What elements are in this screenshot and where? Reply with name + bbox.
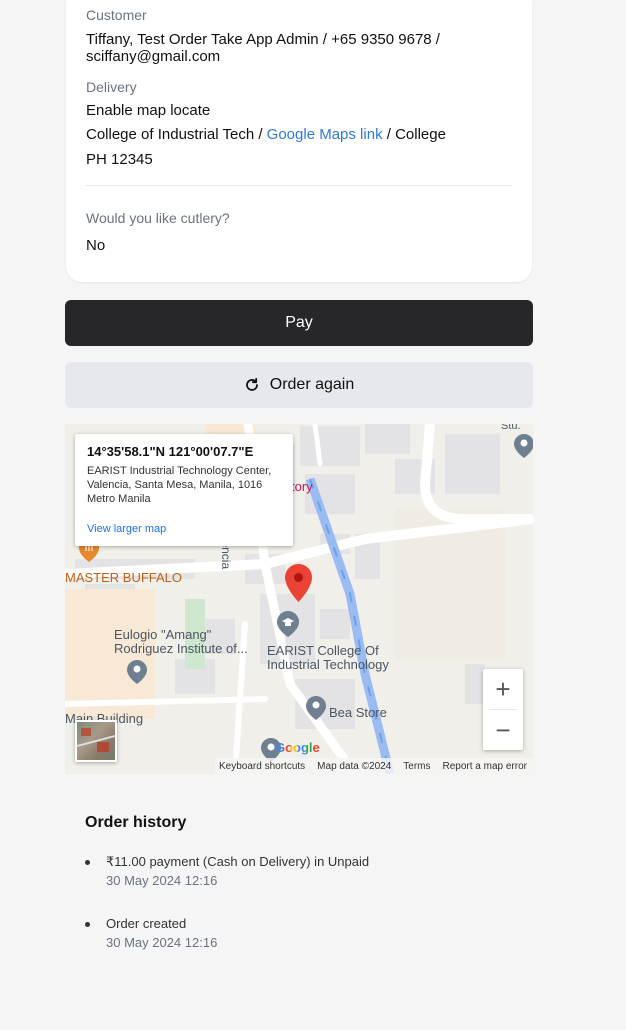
location-pin-icon[interactable] — [285, 564, 312, 607]
map-zoom-controls: + − — [483, 669, 523, 750]
delivery-address: College of Industrial Tech / Google Maps… — [86, 126, 446, 143]
cutlery-value: No — [86, 237, 106, 254]
refresh-icon — [244, 377, 260, 393]
map-footer: Keyboard shortcuts Map data ©2024 Terms … — [215, 758, 533, 774]
delivery-postcode: PH 12345 — [86, 151, 153, 168]
zoom-out-button[interactable]: − — [483, 710, 523, 750]
keyboard-shortcuts-link[interactable]: Keyboard shortcuts — [219, 761, 305, 772]
delivery-label: Delivery — [86, 79, 137, 95]
pay-button-label: Pay — [285, 314, 313, 331]
map-label-master-buffalo: MASTER BUFFALO — [65, 570, 183, 585]
history-item-date: 30 May 2024 12:16 — [106, 935, 218, 950]
map-label-bea-store: Bea Store — [329, 705, 387, 720]
bullet-icon — [85, 922, 90, 927]
map-label-earist-2: Industrial Technology — [267, 657, 389, 672]
map-label-eulogio-1: Eulogio "Amang" — [114, 627, 212, 642]
view-larger-map-link[interactable]: View larger map — [87, 523, 166, 535]
customer-line-1: Tiffany, Test Order Take App Admin / +65… — [86, 31, 440, 48]
satellite-thumbnail-icon — [77, 728, 115, 752]
bullet-icon — [85, 860, 90, 865]
customer-label: Customer — [86, 7, 147, 23]
pay-button[interactable]: Pay — [65, 300, 533, 346]
map-label-earist-1: EARIST College Of — [267, 643, 379, 658]
divider — [86, 185, 512, 186]
address-prefix: College of Industrial Tech / — [86, 126, 267, 143]
google-logo: Google — [275, 740, 320, 755]
satellite-toggle-button[interactable] — [75, 720, 117, 762]
map-label-tory: tory — [291, 479, 313, 494]
google-logo-text: Google — [275, 740, 320, 755]
embedded-map[interactable]: MASTER BUFFALO Eulogio "Amang" Rodriguez… — [65, 424, 533, 774]
history-item-date: 30 May 2024 12:16 — [106, 873, 218, 888]
map-data-text: Map data ©2024 — [317, 760, 392, 772]
delivery-mode: Enable map locate — [86, 102, 211, 119]
report-map-error-link[interactable]: Report a map error — [443, 761, 527, 772]
order-history-title: Order history — [85, 814, 187, 831]
order-again-button[interactable]: Order again — [65, 362, 533, 408]
school-pin-icon — [277, 611, 299, 642]
terms-link[interactable]: Terms — [403, 761, 430, 772]
history-item-text: Order created — [106, 916, 187, 931]
cutlery-label: Would you like cutlery? — [86, 210, 230, 226]
store-pin-icon — [306, 696, 326, 725]
map-label-eulogio-2: Rodriguez Institute of... — [114, 641, 248, 656]
poi-pin-icon — [127, 660, 147, 689]
map-address: EARIST Industrial Technology Center, Val… — [87, 465, 272, 505]
customer-email: sciffany@gmail.com — [86, 48, 221, 65]
poi-pin-icon-3 — [514, 434, 533, 463]
address-suffix: / College — [382, 126, 446, 143]
google-maps-link[interactable]: Google Maps link — [267, 126, 383, 143]
history-item-text: ₹11.00 payment (Cash on Delivery) in Unp… — [106, 854, 370, 869]
order-again-label: Order again — [269, 376, 355, 393]
map-info-window: 14°35'58.1"N 121°00'07.7"E EARIST Indust… — [75, 434, 293, 546]
zoom-in-button[interactable]: + — [483, 669, 523, 709]
map-label-stu: Stu. — [501, 424, 521, 432]
order-details-card: Customer Tiffany, Test Order Take App Ad… — [66, 0, 532, 282]
map-coordinates: 14°35'58.1"N 121°00'07.7"E — [87, 444, 254, 459]
